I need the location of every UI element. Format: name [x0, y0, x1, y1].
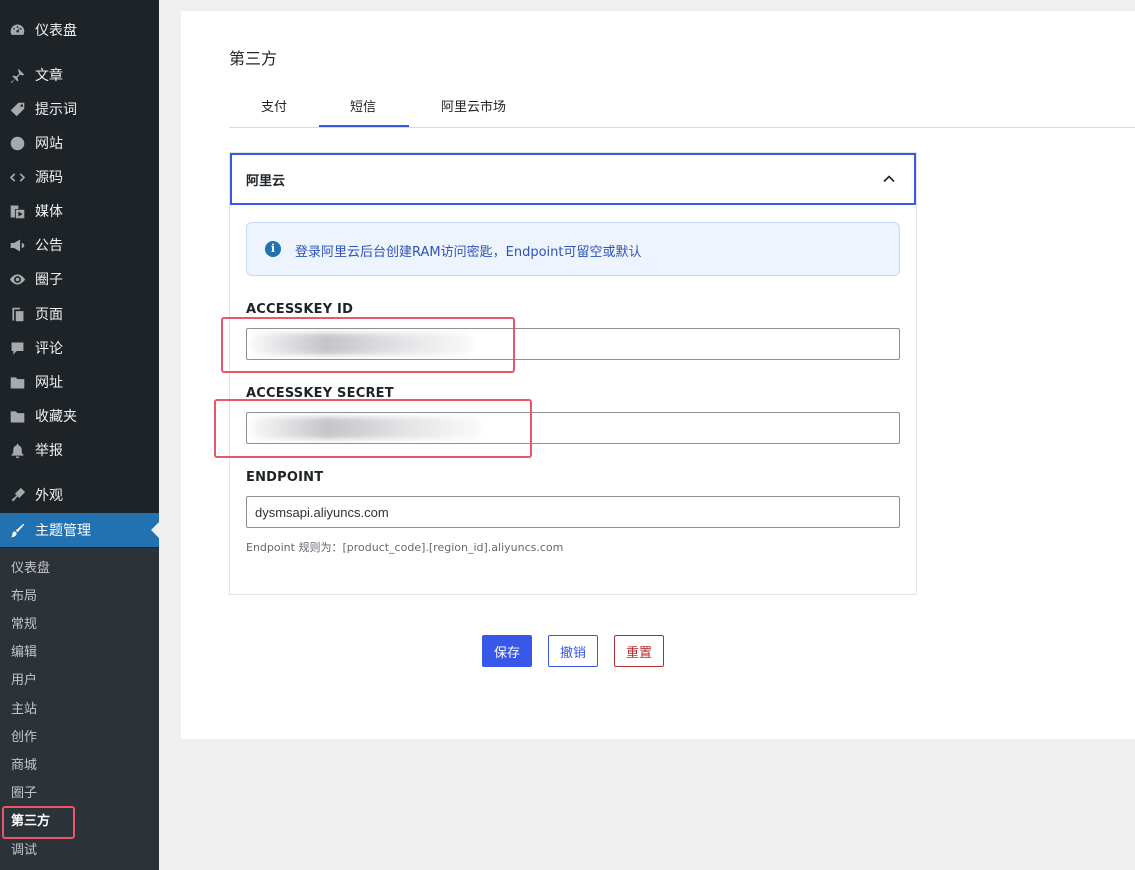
menu-item-sites[interactable]: 网站	[0, 126, 159, 160]
pin-icon	[8, 66, 26, 84]
info-icon: i	[265, 241, 281, 257]
menu-item-announcements[interactable]: 公告	[0, 228, 159, 262]
menu-item-prompts[interactable]: 提示词	[0, 92, 159, 126]
menu-label: 外观	[35, 488, 63, 504]
eye-icon	[8, 270, 26, 288]
menu-label: 公告	[35, 238, 63, 254]
brush-icon	[8, 486, 26, 504]
accordion-title: 阿里云	[246, 174, 286, 189]
submenu-item-users[interactable]: 用户	[11, 670, 37, 692]
menu-label: 网址	[35, 375, 63, 391]
endpoint-input[interactable]	[246, 496, 900, 528]
reset-button[interactable]: 重置	[614, 635, 664, 667]
submenu-item-creation[interactable]: 创作	[11, 727, 37, 749]
menu-item-dashboard[interactable]: 仪表盘	[0, 13, 159, 47]
media-icon	[8, 202, 26, 220]
aliyun-accordion	[229, 152, 917, 595]
cancel-button[interactable]: 撤销	[548, 635, 598, 667]
menu-item-posts[interactable]: 文章	[0, 58, 159, 92]
menu-item-appearance[interactable]: 外观	[0, 478, 159, 512]
menu-label: 提示词	[35, 102, 77, 118]
menu-item-media[interactable]: 媒体	[0, 194, 159, 228]
chevron-up-icon	[883, 175, 895, 183]
submenu-item-shop[interactable]: 商城	[11, 755, 37, 777]
submenu-item-main-site[interactable]: 主站	[11, 699, 37, 721]
endpoint-help-text: Endpoint 规则为：[product_code].[region_id].…	[246, 541, 564, 554]
menu-item-circles[interactable]: 圈子	[0, 262, 159, 296]
menu-label: 文章	[35, 68, 63, 84]
globe-icon	[8, 134, 26, 152]
highlight-box-submenu	[2, 806, 75, 839]
menu-label: 媒体	[35, 204, 63, 220]
comment-icon	[8, 339, 26, 357]
submenu-item-general[interactable]: 常规	[11, 614, 37, 636]
menu-label: 网站	[35, 136, 63, 152]
menu-label: 源码	[35, 170, 63, 186]
menu-item-pages[interactable]: 页面	[0, 297, 159, 331]
menu-label: 举报	[35, 443, 63, 459]
accordion-header[interactable]: 阿里云	[230, 153, 916, 205]
dashboard-icon	[8, 21, 26, 39]
submenu-item-dashboard[interactable]: 仪表盘	[11, 558, 50, 580]
menu-label: 圈子	[35, 272, 63, 288]
settings-tabs: 支付 短信 阿里云市场	[229, 88, 1135, 128]
menu-label: 页面	[35, 307, 63, 323]
admin-sidebar: 仪表盘 文章 提示词 网站 源码 媒体 公告 圈子 页面 评论 网址 收藏夹 举…	[0, 0, 159, 870]
menu-label: 主题管理	[35, 523, 91, 539]
tag-icon	[8, 100, 26, 118]
tab-payment[interactable]: 支付	[261, 96, 287, 115]
brush-icon	[8, 521, 26, 539]
save-button[interactable]: 保存	[482, 635, 532, 667]
endpoint-label: ENDPOINT	[246, 470, 324, 485]
submenu-item-layout[interactable]: 布局	[11, 586, 37, 608]
notice-text: 登录阿里云后台创建RAM访问密匙，Endpoint可留空或默认	[295, 245, 642, 260]
code-icon	[8, 168, 26, 186]
menu-item-favorites[interactable]: 收藏夹	[0, 399, 159, 433]
highlight-box-accesskey-secret	[214, 399, 532, 458]
tab-aliyun-market[interactable]: 阿里云市场	[441, 96, 506, 115]
megaphone-icon	[8, 236, 26, 254]
submenu-item-debug[interactable]: 调试	[11, 840, 37, 862]
accesskey-id-label: ACCESSKEY ID	[246, 302, 354, 317]
menu-item-comments[interactable]: 评论	[0, 331, 159, 365]
menu-label: 收藏夹	[35, 409, 77, 425]
folder-icon	[8, 373, 26, 391]
tab-sms[interactable]: 短信	[350, 96, 376, 115]
pages-icon	[8, 305, 26, 323]
folder-icon	[8, 407, 26, 425]
menu-item-theme-management[interactable]: 主题管理	[0, 513, 159, 547]
info-notice: i 登录阿里云后台创建RAM访问密匙，Endpoint可留空或默认	[246, 222, 900, 276]
menu-label: 仪表盘	[35, 23, 77, 39]
bell-icon	[8, 441, 26, 459]
page-title: 第三方	[229, 49, 278, 68]
active-tab-indicator	[319, 125, 409, 127]
menu-label: 评论	[35, 341, 63, 357]
submenu-item-circles[interactable]: 圈子	[11, 783, 37, 805]
highlight-box-accesskey-id	[221, 317, 515, 373]
menu-item-urls[interactable]: 网址	[0, 365, 159, 399]
menu-item-source[interactable]: 源码	[0, 160, 159, 194]
menu-item-reports[interactable]: 举报	[0, 433, 159, 467]
submenu-item-editor[interactable]: 编辑	[11, 642, 37, 664]
